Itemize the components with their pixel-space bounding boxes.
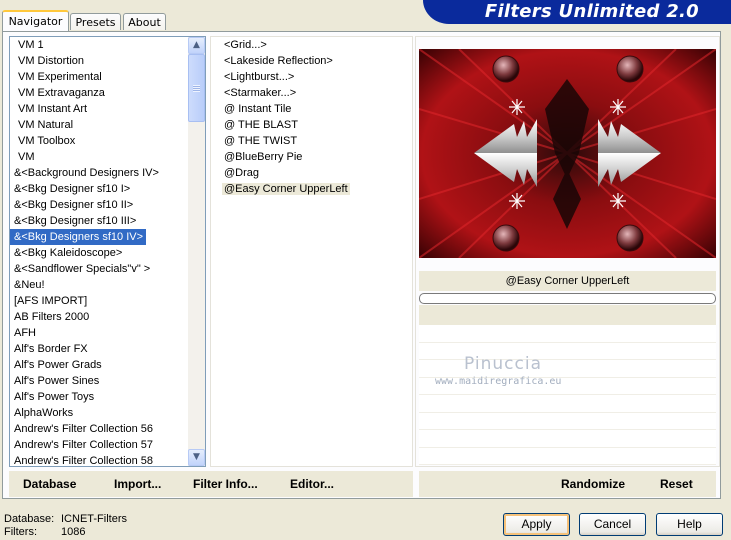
watermark-title: Pinuccia (464, 354, 542, 374)
category-item[interactable]: Alf's Power Toys (10, 389, 205, 405)
parameter-header (419, 305, 716, 325)
database-button[interactable]: Database (23, 471, 76, 497)
app-banner: Filters Unlimited 2.0 (423, 0, 731, 24)
category-item[interactable]: AB Filters 2000 (10, 309, 205, 325)
filter-item[interactable]: @Drag (211, 165, 412, 181)
scroll-up-icon[interactable]: ▲ (188, 37, 205, 54)
category-item[interactable]: Alf's Power Sines (10, 373, 205, 389)
database-info: Database: ICNET-Filters Filters: 1086 (4, 513, 127, 539)
filter-item[interactable]: @BlueBerry Pie (211, 149, 412, 165)
filter-item[interactable]: @Easy Corner UpperLeft (211, 181, 412, 197)
filter-item-label: @Drag (224, 167, 260, 179)
filter-item[interactable]: @ THE TWIST (211, 133, 412, 149)
tab-presets[interactable]: Presets (70, 13, 121, 30)
filter-info-button[interactable]: Filter Info... (193, 471, 258, 497)
watermark-url: www.maidiregrafica.eu (435, 376, 562, 387)
reset-button[interactable]: Reset (660, 471, 693, 497)
filter-item[interactable]: @ THE BLAST (211, 117, 412, 133)
category-item[interactable]: &<Bkg Designer sf10 I> (10, 181, 205, 197)
filter-item-label: @BlueBerry Pie (224, 151, 303, 163)
category-scrollbar[interactable]: ▲ ▼ (188, 37, 205, 466)
category-item[interactable]: &<Sandflower Specials"v" > (10, 261, 205, 277)
parameter-row (419, 325, 716, 343)
category-item[interactable]: Andrew's Filter Collection 58 (10, 453, 205, 466)
category-item[interactable]: VM Distortion (10, 53, 205, 69)
category-item[interactable]: VM Experimental (10, 69, 205, 85)
filter-list[interactable]: <Grid...> <Lakeside Reflection> <Lightburs… (210, 36, 413, 467)
filter-item[interactable]: <Starmaker...> (211, 85, 412, 101)
category-item[interactable]: VM 1 (10, 37, 205, 53)
database-label: Database: (4, 513, 55, 525)
database-value: ICNET-Filters (61, 513, 127, 525)
help-button[interactable]: Help (656, 513, 723, 536)
editor-button[interactable]: Editor... (290, 471, 334, 497)
right-action-bar: Randomize Reset (419, 471, 716, 497)
filter-item-label: @ Instant Tile (224, 103, 292, 115)
category-item[interactable]: &<Bkg Kaleidoscope> (10, 245, 205, 261)
category-item[interactable]: VM Instant Art (10, 101, 205, 117)
scroll-thumb[interactable] (188, 54, 205, 122)
app-title: Filters Unlimited 2.0 (484, 1, 699, 22)
filter-items: <Grid...> <Lakeside Reflection> <Lightburs… (211, 37, 412, 197)
category-item[interactable]: Andrew's Filter Collection 56 (10, 421, 205, 437)
filter-item-label: <Lakeside Reflection> (224, 55, 333, 67)
filter-item[interactable]: <Lakeside Reflection> (211, 53, 412, 69)
scroll-down-icon[interactable]: ▼ (188, 449, 205, 466)
parameter-rows (419, 325, 716, 467)
filter-item-label: <Lightburst...> (224, 71, 295, 83)
category-item[interactable]: &<Bkg Designer sf10 III> (10, 213, 205, 229)
category-item[interactable]: &<Bkg Designer sf10 II> (10, 197, 205, 213)
category-item[interactable]: VM Toolbox (10, 133, 205, 149)
preview-image (419, 49, 716, 258)
import-button[interactable]: Import... (114, 471, 161, 497)
category-item[interactable]: VM Extravaganza (10, 85, 205, 101)
category-item[interactable]: &<Bkg Designers sf10 IV> (10, 229, 147, 245)
category-item[interactable]: Alf's Border FX (10, 341, 205, 357)
category-item[interactable]: AFH (10, 325, 205, 341)
filters-count-value: 1086 (61, 526, 86, 538)
parameter-row (419, 412, 716, 430)
category-list[interactable]: VM 1 VM Distortion VM Experimental VM Extra… (9, 36, 206, 467)
category-item[interactable]: AlphaWorks (10, 405, 205, 421)
filter-item-label: <Starmaker...> (224, 87, 297, 99)
filter-item[interactable]: @ Instant Tile (211, 101, 412, 117)
randomize-button[interactable]: Randomize (561, 471, 625, 497)
category-item[interactable]: &<Background Designers IV> (10, 165, 205, 181)
filter-item-label: @Easy Corner UpperLeft (222, 183, 350, 195)
apply-button[interactable]: Apply (503, 513, 570, 536)
category-item[interactable]: VM (10, 149, 205, 165)
filter-item-label: @ THE BLAST (224, 119, 298, 131)
progress-bar (419, 293, 716, 304)
category-item[interactable]: Andrew's Filter Collection 57 (10, 437, 205, 453)
preview-artwork (419, 49, 716, 258)
category-items: VM 1 VM Distortion VM Experimental VM Extra… (10, 37, 205, 466)
filters-count-label: Filters: (4, 526, 37, 538)
parameter-row (419, 395, 716, 413)
parameter-row (419, 430, 716, 448)
tab-about[interactable]: About (123, 13, 166, 30)
tab-navigator[interactable]: Navigator (2, 10, 69, 31)
filter-item[interactable]: <Grid...> (211, 37, 412, 53)
category-item[interactable]: &Neu! (10, 277, 205, 293)
filter-item[interactable]: <Lightburst...> (211, 69, 412, 85)
category-item[interactable]: VM Natural (10, 117, 205, 133)
preview-filter-name: @Easy Corner UpperLeft (419, 271, 716, 291)
parameter-row (419, 447, 716, 465)
filter-item-label: <Grid...> (224, 39, 267, 51)
left-action-bar: Database Import... Filter Info... Editor… (9, 471, 413, 497)
category-item[interactable]: [AFS IMPORT] (10, 293, 205, 309)
category-item[interactable]: Alf's Power Grads (10, 357, 205, 373)
filter-item-label: @ THE TWIST (224, 135, 298, 147)
cancel-button[interactable]: Cancel (579, 513, 646, 536)
